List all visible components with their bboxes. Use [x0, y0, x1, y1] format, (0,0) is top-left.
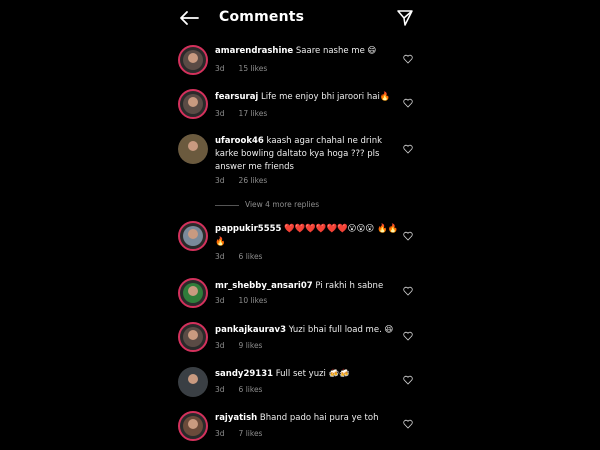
comments-screen: Comments amarendrashine Saare nashe me 😄… — [165, 0, 433, 450]
comments-header: Comments — [165, 0, 433, 36]
comment-username[interactable]: amarendrashine — [215, 46, 293, 56]
comment-likes[interactable]: 7 likes — [239, 429, 263, 438]
comment-meta: 3d 17 likes — [215, 109, 281, 118]
comment-likes[interactable]: 10 likes — [239, 296, 268, 305]
avatar[interactable] — [178, 322, 208, 352]
heart-icon[interactable] — [403, 144, 413, 154]
heart-icon[interactable] — [403, 286, 413, 296]
comment-meta: 3d 6 likes — [215, 252, 276, 261]
comment-time: 3d — [215, 252, 225, 261]
view-replies-link[interactable]: View 4 more replies — [215, 200, 319, 209]
heart-icon[interactable] — [403, 54, 413, 64]
page-title: Comments — [219, 9, 305, 25]
comment-time: 3d — [215, 341, 225, 350]
comment-body: mr_shebby_ansari07 Pi rakhi h sabne — [215, 280, 405, 293]
comment-time: 3d — [215, 296, 225, 305]
comment-username[interactable]: ufarook46 — [215, 136, 264, 146]
comment-text: Full set yuzi 🍻🍻 — [275, 369, 350, 379]
comment-time: 3d — [215, 109, 225, 118]
replies-divider — [215, 204, 239, 206]
heart-icon[interactable] — [403, 331, 413, 341]
comment-time: 3d — [215, 176, 225, 185]
avatar[interactable] — [178, 134, 208, 164]
comment-body: ufarook46 kaash agar chahal ne drink kar… — [215, 135, 405, 174]
comment-body: sandy29131 Full set yuzi 🍻🍻 — [215, 368, 405, 381]
comment-time: 3d — [215, 64, 225, 73]
comment-body: rajyatish Bhand pado hai pura ye toh — [215, 412, 405, 425]
avatar[interactable] — [178, 221, 208, 251]
comment-username[interactable]: pankajkaurav3 — [215, 325, 286, 335]
comment-username[interactable]: fearsuraj — [215, 92, 258, 102]
back-arrow-icon[interactable] — [179, 10, 199, 26]
send-icon[interactable] — [396, 9, 414, 27]
heart-icon[interactable] — [403, 98, 413, 108]
comment-text: Yuzi bhai full load me. 😆 — [288, 325, 394, 335]
view-replies-label[interactable]: View 4 more replies — [245, 200, 319, 209]
comment-username[interactable]: mr_shebby_ansari07 — [215, 281, 313, 291]
comment-meta: 3d 7 likes — [215, 429, 276, 438]
comment-meta: 3d 10 likes — [215, 296, 281, 305]
heart-icon[interactable] — [403, 375, 413, 385]
comment-time: 3d — [215, 385, 225, 394]
comment-likes[interactable]: 17 likes — [239, 109, 268, 118]
comment-text: Life me enjoy bhi jaroori hai🔥 — [261, 92, 391, 102]
avatar[interactable] — [178, 89, 208, 119]
heart-icon[interactable] — [403, 231, 413, 241]
comment-username[interactable]: sandy29131 — [215, 369, 273, 379]
comment-meta: 3d 15 likes — [215, 64, 281, 73]
comment-likes[interactable]: 6 likes — [239, 252, 263, 261]
avatar[interactable] — [178, 411, 208, 441]
comment-text: Saare nashe me 😄 — [295, 46, 377, 56]
comment-meta: 3d 6 likes — [215, 385, 276, 394]
avatar[interactable] — [178, 45, 208, 75]
comment-likes[interactable]: 6 likes — [239, 385, 263, 394]
comment-body: pappukir5555 ❤️❤️❤️❤️❤️❤️😮😮😮 🔥🔥🔥 — [215, 223, 405, 249]
comment-body: amarendrashine Saare nashe me 😄 — [215, 45, 405, 58]
comment-username[interactable]: rajyatish — [215, 413, 257, 423]
comment-body: fearsuraj Life me enjoy bhi jaroori hai🔥 — [215, 91, 405, 104]
heart-icon[interactable] — [403, 419, 413, 429]
comment-meta: 3d 26 likes — [215, 176, 281, 185]
comment-likes[interactable]: 26 likes — [239, 176, 268, 185]
avatar[interactable] — [178, 278, 208, 308]
comment-text: Pi rakhi h sabne — [315, 281, 384, 291]
avatar[interactable] — [178, 367, 208, 397]
comment-meta: 3d 9 likes — [215, 341, 276, 350]
comment-body: pankajkaurav3 Yuzi bhai full load me. 😆 — [215, 324, 405, 337]
comment-text: Bhand pado hai pura ye toh — [259, 413, 379, 423]
comment-likes[interactable]: 15 likes — [239, 64, 268, 73]
comment-time: 3d — [215, 429, 225, 438]
comment-likes[interactable]: 9 likes — [239, 341, 263, 350]
comment-username[interactable]: pappukir5555 — [215, 224, 281, 234]
